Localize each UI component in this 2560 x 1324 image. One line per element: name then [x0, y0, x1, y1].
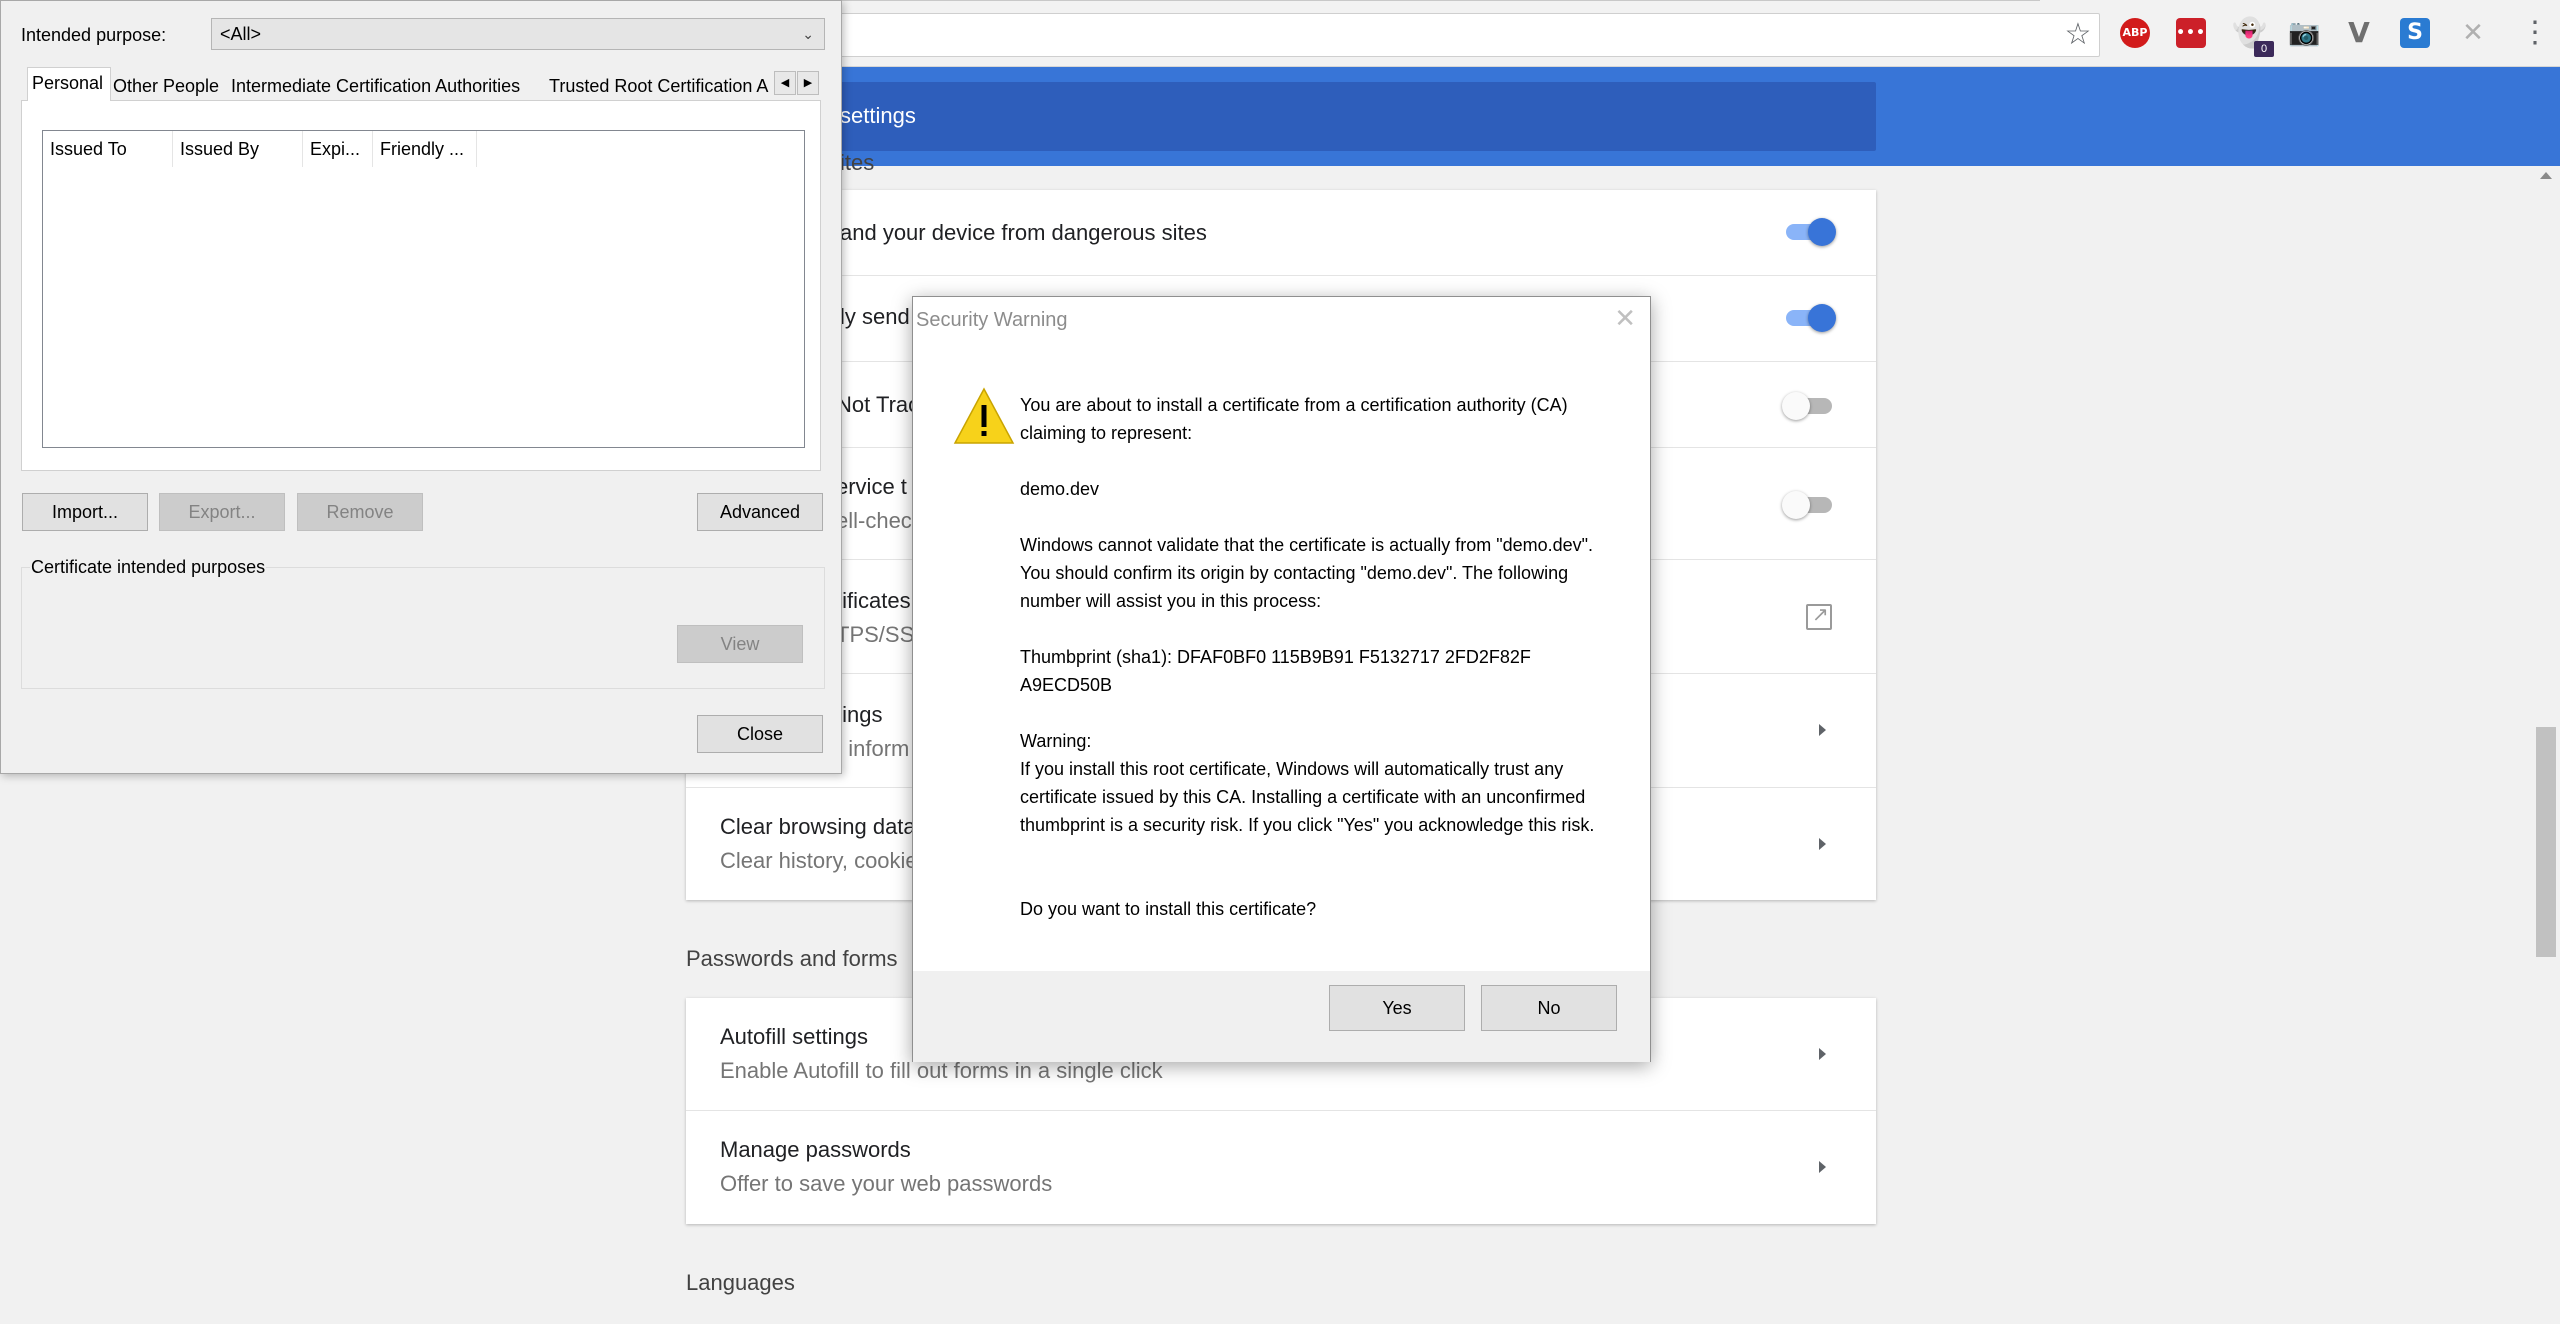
intended-purpose-label: Intended purpose:: [21, 25, 167, 45]
tab-scroll-left-icon[interactable]: ◀: [774, 71, 796, 95]
intended-purpose-select[interactable]: <All> ⌄: [211, 18, 825, 50]
camera-icon[interactable]: 📷: [2288, 18, 2320, 48]
do-not-track-toggle[interactable]: [1782, 392, 1834, 420]
s-extension-icon[interactable]: S: [2400, 18, 2430, 48]
warning-icon: [953, 387, 1015, 444]
chevron-right-icon: [1816, 1157, 1830, 1177]
x-extension-icon[interactable]: ✕: [2458, 18, 2488, 48]
content-settings-sub: t inform: [836, 736, 910, 761]
close-icon[interactable]: ✕: [1614, 303, 1636, 334]
manage-passwords-row[interactable]: Manage passwords Offer to save your web …: [686, 1111, 1876, 1224]
chevron-right-icon: [1816, 834, 1830, 854]
manage-passwords-sub: Offer to save your web passwords: [720, 1171, 1053, 1196]
lastpass-icon[interactable]: •••: [2176, 18, 2206, 48]
passwords-section-title: Passwords and forms: [686, 946, 898, 971]
abp-icon[interactable]: ABP: [2120, 18, 2150, 48]
send-stats-label: ly send: [840, 304, 910, 329]
privacy-section-title: ites: [840, 150, 875, 175]
manage-certificates-label: tificates: [836, 588, 911, 613]
tab-other-people[interactable]: Other People: [109, 71, 227, 101]
settings-title: settings: [840, 103, 916, 128]
install-question: Do you want to install this certificate?: [1020, 899, 1317, 919]
send-stats-toggle[interactable]: [1782, 304, 1836, 332]
certificate-list[interactable]: Issued To Issued By Expi... Friendly ...: [42, 130, 805, 448]
import-button[interactable]: Import...: [22, 493, 148, 531]
spelling-service-label: ervice t: [836, 474, 907, 499]
export-button[interactable]: Export...: [159, 493, 285, 531]
domain-text: demo.dev: [1020, 479, 1100, 499]
intended-purpose-value: <All>: [220, 24, 262, 44]
chrome-menu-icon[interactable]: ⋮: [2520, 16, 2550, 50]
column-friendly-name[interactable]: Friendly ...: [373, 131, 477, 167]
advanced-button[interactable]: Advanced: [697, 493, 823, 531]
warning-label: Warning:: [1020, 731, 1092, 751]
languages-section-title: Languages: [686, 1270, 795, 1295]
autofill-settings-label: Autofill settings: [720, 1024, 868, 1049]
tab-intermediate-cas[interactable]: Intermediate Certification Authorities: [227, 71, 547, 101]
intended-purposes-label: Certificate intended purposes: [30, 557, 267, 578]
scroll-up-arrow-icon[interactable]: [2540, 172, 2552, 179]
do-not-track-label: Not Trac: [836, 392, 920, 417]
security-warning-dialog: Security Warning ✕ You are about to inst…: [912, 296, 1651, 1062]
manage-passwords-label: Manage passwords: [720, 1137, 911, 1162]
tab-trusted-root-cas[interactable]: Trusted Root Certification A: [545, 71, 771, 101]
dialog-title: Security Warning: [916, 309, 1068, 331]
warning-text: If you install this root certificate, Wi…: [1020, 759, 1595, 835]
spelling-service-sub: ell-check: [836, 508, 923, 533]
yes-button[interactable]: Yes: [1329, 985, 1465, 1031]
bookmark-star-icon[interactable]: ☆: [2063, 18, 2093, 52]
tab-scroll-right-icon[interactable]: ▶: [797, 71, 819, 95]
intro-text: You are about to install a certificate f…: [1020, 395, 1568, 443]
safe-browsing-row[interactable]: and your device from dangerous sites: [686, 190, 1876, 276]
tab-strip: [840, 0, 2040, 4]
safe-browsing-toggle[interactable]: [1782, 218, 1836, 246]
close-button[interactable]: Close: [697, 715, 823, 753]
no-button[interactable]: No: [1481, 985, 1617, 1031]
manage-certificates-sub: TPS/SS: [836, 622, 915, 647]
address-bar[interactable]: [830, 13, 2100, 57]
thumbprint-text: Thumbprint (sha1): DFAF0BF0 115B9B91 F51…: [1020, 647, 1531, 695]
certificates-tab-panel: Issued To Issued By Expi... Friendly ...: [21, 101, 821, 471]
column-issued-by[interactable]: Issued By: [173, 131, 303, 167]
ghostery-badge: 0: [2254, 41, 2274, 57]
validation-text: Windows cannot validate that the certifi…: [1020, 535, 1594, 611]
chevron-right-icon: [1816, 1044, 1830, 1064]
clear-browsing-data-label: Clear browsing data: [720, 814, 916, 839]
dialog-footer: Yes No: [913, 971, 1650, 1062]
certificates-dialog: Intended purpose: <All> ⌄ Personal Other…: [0, 0, 842, 774]
clear-browsing-data-sub: Clear history, cookie: [720, 848, 918, 873]
tab-personal[interactable]: Personal: [27, 67, 111, 102]
content-settings-label: tings: [836, 702, 883, 727]
chevron-right-icon: [1816, 720, 1830, 740]
safe-browsing-label: and your device from dangerous sites: [840, 220, 1207, 245]
spelling-service-toggle[interactable]: [1782, 491, 1834, 519]
chevron-down-icon: ⌄: [802, 26, 814, 42]
remove-button[interactable]: Remove: [297, 493, 423, 531]
column-expiration[interactable]: Expi...: [303, 131, 373, 167]
vimium-icon[interactable]: V: [2344, 18, 2374, 48]
scrollbar-thumb[interactable]: [2536, 727, 2556, 957]
view-button[interactable]: View: [677, 625, 803, 663]
external-link-icon[interactable]: [1806, 602, 1832, 630]
column-issued-to[interactable]: Issued To: [43, 131, 173, 167]
certificate-store-tabs: Personal Other People Intermediate Certi…: [21, 67, 821, 102]
